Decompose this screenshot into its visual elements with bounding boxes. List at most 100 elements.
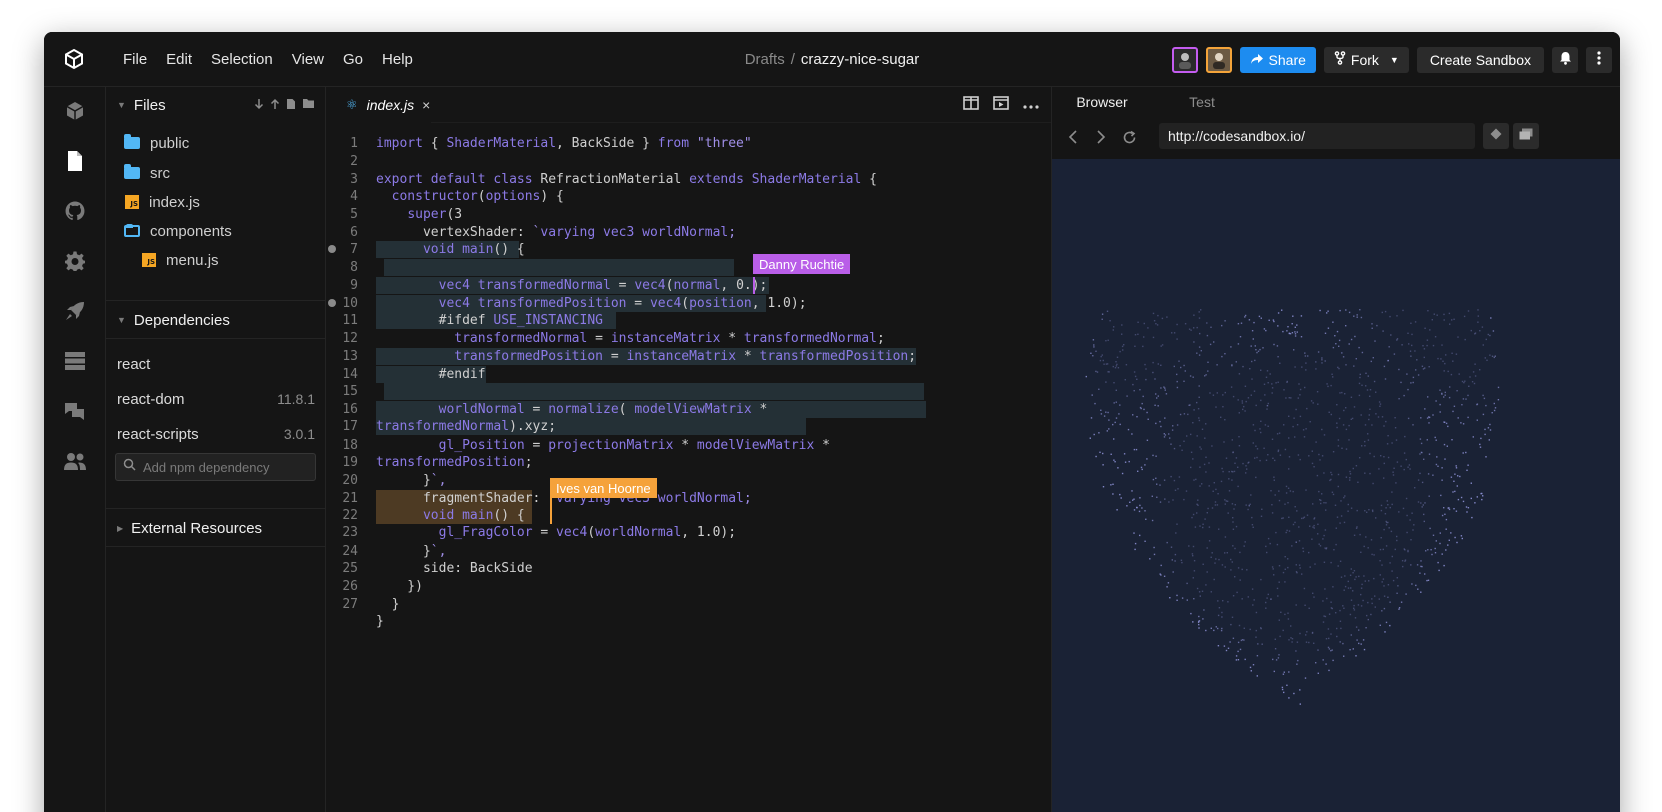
- new-file-icon[interactable]: [286, 98, 296, 113]
- code-line[interactable]: 8: [326, 259, 1051, 276]
- code-line[interactable]: 20 }`,: [326, 472, 1051, 489]
- notifications-button[interactable]: [1552, 46, 1578, 73]
- code-line[interactable]: 23 gl_FragColor = vec4(worldNormal, 1.0)…: [326, 524, 1051, 541]
- code-line[interactable]: 16 worldNormal = normalize( modelViewMat…: [326, 401, 1051, 418]
- code-line[interactable]: 6 vertexShader: `varying vec3 worldNorma…: [326, 224, 1051, 241]
- menu-go[interactable]: Go: [343, 51, 363, 68]
- dependency-item[interactable]: react-dom 11.8.1: [106, 384, 325, 414]
- npm-dependency-input[interactable]: [143, 459, 313, 475]
- open-in-new-button[interactable]: [1483, 123, 1509, 149]
- line-number: 21: [342, 491, 358, 506]
- code-line[interactable]: 24 }`,: [326, 543, 1051, 560]
- code-text: super(3: [407, 207, 463, 222]
- code-line[interactable]: 4 constructor(options) {: [326, 188, 1051, 205]
- code-line[interactable]: 22 void main() {: [326, 507, 1051, 524]
- file-tree-item[interactable]: src: [106, 159, 325, 187]
- code-line[interactable]: 1 import { ShaderMaterial, BackSide } fro…: [326, 135, 1051, 152]
- file-tree-item[interactable]: JS index.js: [106, 188, 325, 216]
- code-line[interactable]: 19 transformedPosition;: [326, 454, 1051, 471]
- avatar[interactable]: [1205, 46, 1232, 73]
- windows-icon: [1519, 127, 1533, 145]
- code-line[interactable]: 11 #ifdef USE_INSTANCING: [326, 312, 1051, 329]
- rocket-icon[interactable]: [62, 298, 88, 324]
- new-window-button[interactable]: [1513, 123, 1539, 149]
- code-line[interactable]: 26 }): [326, 578, 1051, 595]
- code-text: vec4 transformedNormal = vec4(normal, 0.…: [438, 278, 768, 293]
- code-line[interactable]: 3 export default class RefractionMaterial…: [326, 171, 1051, 188]
- code-line[interactable]: 18 gl_Position = projectionMatrix * mode…: [326, 437, 1051, 454]
- tab-browser[interactable]: Browser: [1052, 87, 1152, 117]
- code-line[interactable]: 13 transformedPosition = instanceMatrix …: [326, 348, 1051, 365]
- code-line[interactable]: 15: [326, 383, 1051, 400]
- collaborator-cursor: [753, 277, 755, 294]
- code-text: }): [376, 579, 423, 594]
- code-line[interactable]: 27 }: [326, 596, 1051, 613]
- comment-icon[interactable]: [328, 245, 336, 253]
- arrow-up-icon[interactable]: [270, 98, 280, 113]
- github-icon[interactable]: [62, 198, 88, 224]
- code-line[interactable]: 2: [326, 153, 1051, 170]
- line-number: 18: [342, 438, 358, 453]
- refresh-icon[interactable]: [1115, 123, 1143, 151]
- file-name: index.js: [149, 193, 200, 211]
- file-icon[interactable]: [62, 148, 88, 174]
- chat-icon[interactable]: [62, 398, 88, 424]
- close-icon[interactable]: ×: [422, 97, 430, 113]
- code-line[interactable]: 21 fragmentShader: `varying vec3 worldNo…: [326, 490, 1051, 507]
- breadcrumb-separator: /: [790, 51, 795, 68]
- dependency-item[interactable]: react-scripts 3.0.1: [106, 419, 325, 449]
- line-number: 27: [342, 597, 358, 612]
- comment-icon[interactable]: [328, 299, 336, 307]
- dependencies-section-header[interactable]: ▼ Dependencies: [106, 302, 325, 338]
- share-button[interactable]: Share: [1239, 46, 1316, 73]
- file-actions: [254, 87, 315, 123]
- file-tree-item[interactable]: components: [106, 217, 325, 245]
- sandbox-name[interactable]: crazzy-nice-sugar: [801, 51, 919, 68]
- create-sandbox-button[interactable]: Create Sandbox: [1416, 46, 1544, 73]
- code-line[interactable]: 25 side: BackSide: [326, 560, 1051, 577]
- cube-icon[interactable]: [62, 98, 88, 124]
- fork-button[interactable]: Fork ▼: [1323, 46, 1409, 73]
- tab-index-js[interactable]: ⚛ index.js ×: [326, 87, 431, 123]
- dependency-item[interactable]: react: [106, 349, 325, 379]
- forward-icon[interactable]: [1087, 123, 1115, 151]
- more-horizontal-icon[interactable]: [1023, 96, 1039, 114]
- new-folder-icon[interactable]: [302, 98, 315, 112]
- header-actions: Share Fork ▼ Create Sandbox: [1171, 32, 1612, 87]
- code-line[interactable]: 14 #endif: [326, 366, 1051, 383]
- external-resources-header[interactable]: ▶ External Resources: [106, 510, 325, 546]
- file-tree-item[interactable]: JS menu.js: [106, 246, 325, 274]
- file-tree-item[interactable]: public: [106, 129, 325, 157]
- preview-icon[interactable]: [993, 95, 1009, 115]
- url-input[interactable]: [1168, 128, 1468, 144]
- breadcrumb-folder[interactable]: Drafts: [745, 51, 785, 68]
- menu-selection[interactable]: Selection: [211, 51, 273, 68]
- server-icon[interactable]: [62, 348, 88, 374]
- file-name: src: [150, 164, 170, 182]
- code-line[interactable]: 9 vec4 transformedNormal = vec4(normal, …: [326, 277, 1051, 294]
- menu-file[interactable]: File: [123, 51, 147, 68]
- code-text: transformedPosition = instanceMatrix * t…: [454, 349, 917, 364]
- code-line[interactable]: 17 transformedNormal).xyz;: [326, 418, 1051, 435]
- preview-canvas[interactable]: [1052, 159, 1620, 812]
- code-line[interactable]: 12 transformedNormal = instanceMatrix * …: [326, 330, 1051, 347]
- tab-test[interactable]: Test: [1152, 87, 1252, 117]
- menu-view[interactable]: View: [292, 51, 324, 68]
- codesandbox-logo-icon[interactable]: [61, 46, 87, 72]
- code-line[interactable]: 10 vec4 transformedPosition = vec4(posit…: [326, 295, 1051, 312]
- arrow-down-icon[interactable]: [254, 98, 264, 113]
- code-line[interactable]: 5 super(3: [326, 206, 1051, 223]
- back-icon[interactable]: [1059, 123, 1087, 151]
- code-line[interactable]: }: [326, 613, 1051, 630]
- gear-icon[interactable]: [62, 248, 88, 274]
- line-number: 22: [342, 508, 358, 523]
- menu-help[interactable]: Help: [382, 51, 413, 68]
- avatar[interactable]: [1171, 46, 1198, 73]
- tab-label: index.js: [366, 97, 415, 113]
- code-line[interactable]: 7 void main() {: [326, 241, 1051, 258]
- javascript-file-icon: JS: [125, 195, 139, 209]
- users-icon[interactable]: [62, 448, 88, 474]
- more-options-button[interactable]: [1586, 46, 1612, 73]
- split-view-icon[interactable]: [963, 95, 979, 115]
- menu-edit[interactable]: Edit: [166, 51, 192, 68]
